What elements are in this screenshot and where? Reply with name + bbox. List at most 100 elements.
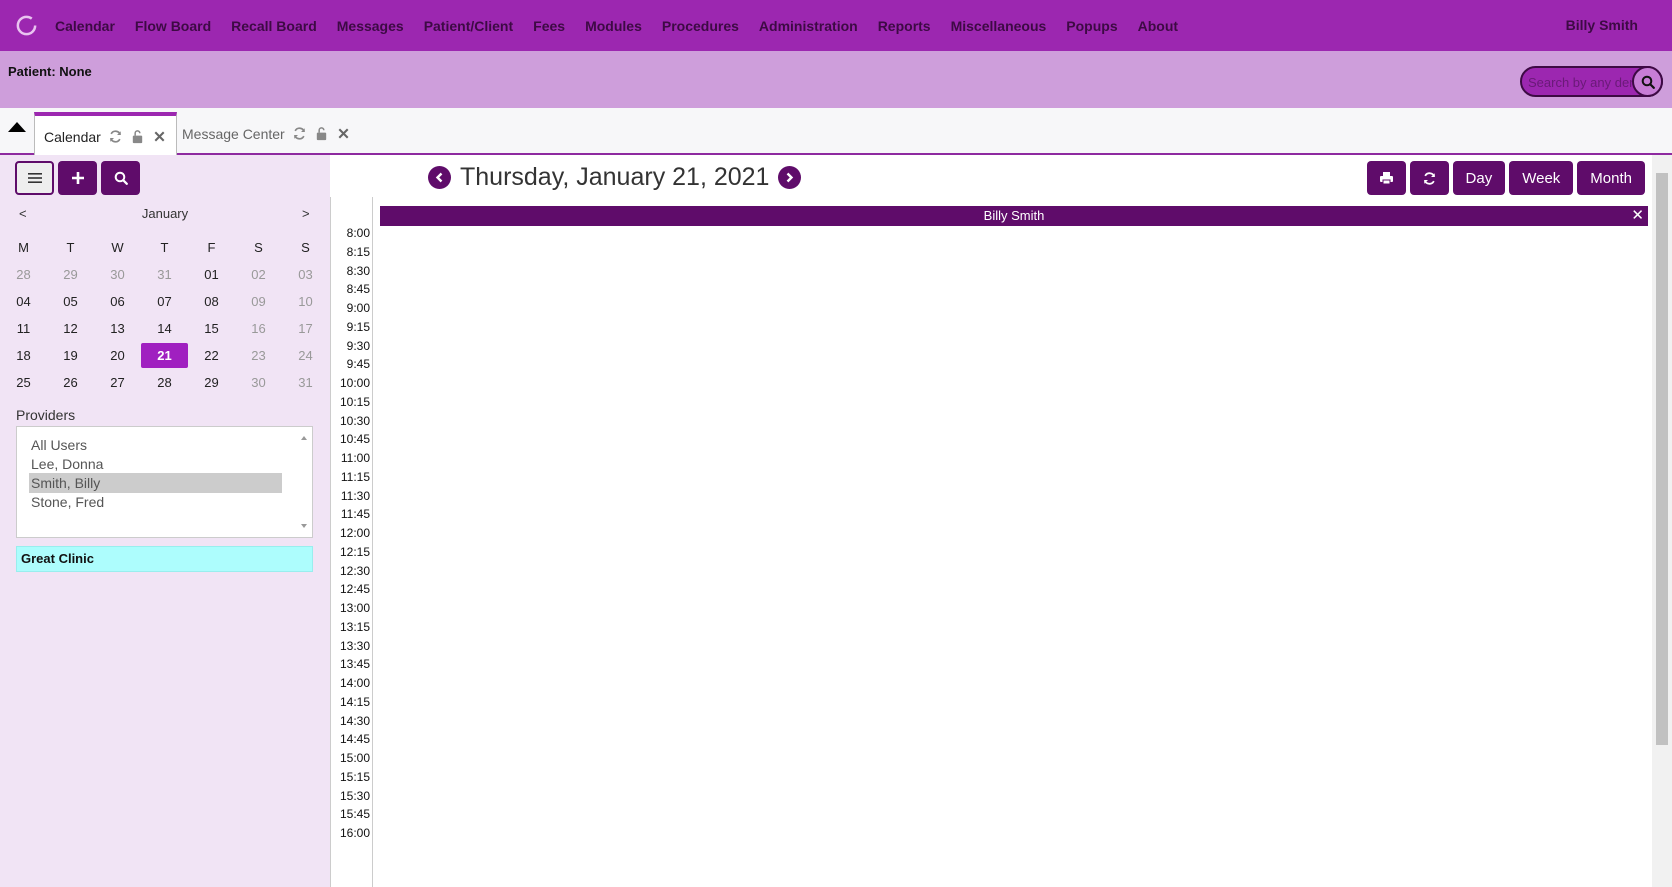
day-cell[interactable]: 27	[94, 370, 141, 395]
day-cell[interactable]: 21	[141, 343, 188, 368]
refresh-button[interactable]	[1409, 161, 1449, 195]
week-view-button[interactable]: Week	[1509, 161, 1574, 195]
time-slot-label: 12:00	[339, 526, 370, 540]
menu-item-calendar[interactable]: Calendar	[45, 18, 125, 34]
menu-item-popups[interactable]: Popups	[1056, 18, 1127, 34]
week-row: 11 12 13 14 15 16 17	[0, 315, 330, 342]
day-cell[interactable]: 31	[141, 262, 188, 287]
menu-item-patient-client[interactable]: Patient/Client	[414, 18, 523, 34]
close-column-icon[interactable]: ✕	[1631, 206, 1644, 226]
day-cell[interactable]: 30	[235, 370, 282, 395]
collapse-arrow-icon[interactable]	[8, 122, 26, 132]
user-menu[interactable]: Billy Smith	[1566, 17, 1638, 33]
day-cell[interactable]: 10	[282, 289, 329, 314]
menu-item-recall-board[interactable]: Recall Board	[221, 18, 327, 34]
refresh-icon[interactable]	[292, 126, 307, 141]
mini-calendar-next[interactable]: >	[302, 206, 310, 221]
day-cell[interactable]: 09	[235, 289, 282, 314]
provider-option[interactable]: Stone, Fred	[29, 492, 282, 512]
day-cell[interactable]: 20	[94, 343, 141, 368]
provider-option[interactable]: All Users	[29, 435, 282, 455]
day-cell[interactable]: 04	[0, 289, 47, 314]
scrollbar-thumb[interactable]	[1656, 173, 1668, 745]
patient-label: Patient: None	[8, 64, 92, 79]
close-icon[interactable]	[152, 129, 167, 144]
time-slot-label: 15:30	[339, 788, 370, 803]
day-cell[interactable]: 23	[235, 343, 282, 368]
day-view-button[interactable]: Day	[1452, 161, 1506, 195]
time-slot-label: 11:00	[340, 451, 370, 465]
day-cell[interactable]: 13	[94, 316, 141, 341]
menu-item-flow-board[interactable]: Flow Board	[125, 18, 221, 34]
main-menu: Calendar Flow Board Recall Board Messages Pa…	[45, 0, 1188, 51]
app-logo-icon[interactable]	[14, 13, 39, 38]
day-cell[interactable]: 03	[282, 262, 329, 287]
day-cell[interactable]: 31	[282, 370, 329, 395]
day-cell[interactable]: 18	[0, 343, 47, 368]
print-button[interactable]	[1366, 161, 1406, 195]
scrollbar-arrows-icon[interactable]	[296, 427, 312, 537]
close-icon[interactable]	[336, 126, 351, 141]
day-cell[interactable]: 14	[141, 316, 188, 341]
provider-list[interactable]: All Users Lee, Donna Smith, Billy Stone, Fr…	[16, 426, 313, 538]
mini-calendar-prev[interactable]: <	[19, 206, 27, 221]
day-cell[interactable]: 01	[188, 262, 235, 287]
day-cell[interactable]: 17	[282, 316, 329, 341]
weekday-label: S	[301, 240, 310, 255]
day-cell[interactable]: 19	[47, 343, 94, 368]
unlock-icon[interactable]	[130, 129, 145, 144]
day-cell[interactable]: 16	[235, 316, 282, 341]
time-slot-label: 11:30	[340, 488, 370, 503]
day-cell[interactable]: 28	[141, 370, 188, 395]
day-cell[interactable]: 08	[188, 289, 235, 314]
menu-item-administration[interactable]: Administration	[749, 18, 868, 34]
menu-item-fees[interactable]: Fees	[523, 18, 575, 34]
menu-item-reports[interactable]: Reports	[868, 18, 941, 34]
day-cell[interactable]: 11	[0, 316, 47, 341]
day-cell[interactable]: 29	[47, 262, 94, 287]
menu-button[interactable]	[15, 161, 54, 195]
day-cell[interactable]: 26	[47, 370, 94, 395]
time-slot-label: 14:15	[339, 694, 370, 709]
day-cell[interactable]: 25	[0, 370, 47, 395]
day-cell[interactable]: 12	[47, 316, 94, 341]
unlock-icon[interactable]	[314, 126, 329, 141]
menu-item-messages[interactable]: Messages	[327, 18, 414, 34]
page-scrollbar[interactable]	[1652, 155, 1672, 887]
week-row: 18 19 20 21 22 23 24	[0, 342, 330, 369]
menu-item-miscellaneous[interactable]: Miscellaneous	[941, 18, 1057, 34]
hamburger-icon	[27, 173, 42, 183]
menu-item-procedures[interactable]: Procedures	[652, 18, 749, 34]
facility-label[interactable]: Great Clinic	[16, 546, 313, 572]
menu-item-modules[interactable]: Modules	[575, 18, 652, 34]
day-cell[interactable]: 22	[188, 343, 235, 368]
provider-option[interactable]: Smith, Billy	[29, 473, 282, 493]
provider-option[interactable]: Lee, Donna	[29, 454, 282, 474]
next-day-button[interactable]	[778, 166, 802, 189]
day-cell[interactable]: 02	[235, 262, 282, 287]
tab-bar: Calendar Message Center	[0, 108, 1672, 157]
menu-item-about[interactable]: About	[1128, 18, 1188, 34]
day-cell[interactable]: 07	[141, 289, 188, 314]
search-appointments-button[interactable]	[101, 161, 140, 195]
month-view-button[interactable]: Month	[1577, 161, 1645, 195]
day-cell[interactable]: 29	[188, 370, 235, 395]
day-cell[interactable]: 30	[94, 262, 141, 287]
date-title: Thursday, January 21, 2021	[460, 163, 770, 191]
tab-calendar[interactable]: Calendar	[34, 112, 177, 157]
time-slot-label: 12:15	[339, 544, 370, 559]
day-cell[interactable]: 28	[0, 262, 47, 287]
date-navigation: Thursday, January 21, 2021	[428, 163, 802, 192]
time-slot-label: 16:00	[339, 826, 370, 840]
previous-day-button[interactable]	[428, 166, 451, 189]
time-slot-label: 9:15	[346, 319, 370, 334]
day-cell[interactable]: 06	[94, 289, 141, 314]
day-cell[interactable]: 24	[282, 343, 329, 368]
day-cell[interactable]: 15	[188, 316, 235, 341]
patient-search-input[interactable]	[1528, 72, 1633, 92]
add-appointment-button[interactable]	[58, 161, 97, 195]
tab-message-center[interactable]: Message Center	[173, 112, 360, 155]
refresh-icon[interactable]	[108, 129, 123, 144]
day-cell[interactable]: 05	[47, 289, 94, 314]
search-button[interactable]	[1632, 66, 1663, 97]
